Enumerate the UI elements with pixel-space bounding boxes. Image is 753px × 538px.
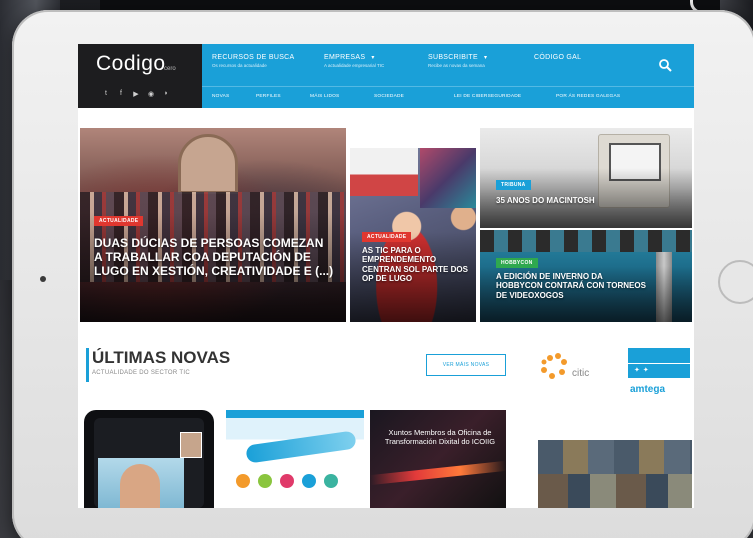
featured-article-3[interactable]: TRIBUNA 35 ANOS DO MACINTOSH [480, 128, 692, 228]
main-nav: RECURSOS DE BUSCA Os recursos da actuali… [202, 44, 694, 108]
section-subtitle: ACTUALIDADE DO SECTOR TIC [92, 370, 190, 376]
camera-icon [40, 276, 46, 282]
nav-sublabel: A actualidade empresarial TIC [324, 63, 385, 68]
nav-sublabel: Recibe as novas da semana [428, 63, 485, 68]
nav-item-codigo-gal[interactable]: CÓDIGO GAL [534, 54, 581, 61]
chevron-down-icon: ▾ [483, 55, 488, 61]
subnav-item[interactable]: PERFILES [256, 94, 281, 99]
news-card[interactable] [84, 410, 214, 508]
featured-article-2[interactable]: ACTUALIDADE AS TIC PARA O EMPRENDEMENTO … [350, 148, 476, 322]
article-image [178, 134, 238, 194]
category-badge[interactable]: HOBBYCON [496, 258, 538, 268]
nav-label: SUBSCRIBITE [428, 54, 478, 61]
rss-icon[interactable]: ◗ [162, 90, 170, 98]
news-card[interactable]: Xuntos Membros da Oficina de Transformac… [370, 410, 506, 508]
subnav-item[interactable]: MÁIS LIDOS [310, 94, 339, 99]
article-image [245, 430, 357, 464]
news-card[interactable] [226, 410, 364, 508]
news-card[interactable] [538, 440, 692, 508]
social-links: t f ▶ ◉ ◗ [102, 90, 170, 98]
section-accent-bar [86, 348, 89, 382]
card-title[interactable]: Xuntos Membros da Oficina de Transformac… [378, 428, 502, 447]
category-badge[interactable]: ACTUALIDADE [362, 232, 412, 242]
article-title[interactable]: 35 ANOS DO MACINTOSH [496, 196, 676, 205]
subnav-item[interactable]: LEI DE CIBERSEGURIDADE [454, 94, 521, 99]
citic-logo-text[interactable]: citic [572, 368, 589, 379]
instagram-icon[interactable]: ◉ [147, 90, 155, 98]
amtega-logo[interactable]: ✦✦ [628, 348, 690, 378]
nav-item-recursos[interactable]: RECURSOS DE BUSCA Os recursos da actuali… [212, 54, 295, 68]
nav-label: EMPRESAS [324, 54, 366, 61]
amtega-logo-text[interactable]: amtega [630, 384, 665, 395]
twitter-icon[interactable]: t [102, 90, 110, 98]
article-title[interactable]: DUAS DÚCIAS DE PERSOAS COMEZAN A TRABALL… [94, 236, 334, 278]
chevron-down-icon: ▾ [371, 55, 375, 61]
subnav-item[interactable]: POR ÁS REDES GALEGAS [556, 94, 620, 99]
sub-nav: NOVAS PERFILES MÁIS LIDOS SOCIEDADE LEI … [202, 86, 694, 108]
search-icon[interactable] [658, 58, 672, 72]
article-title[interactable]: AS TIC PARA O EMPRENDEMENTO CENTRAN SOL … [362, 246, 470, 284]
featured-article-4[interactable]: HOBBYCON A EDICIÓN DE INVERNO DA HOBBYCO… [480, 230, 692, 322]
youtube-icon[interactable]: ▶ [132, 90, 140, 98]
article-image [350, 148, 418, 196]
site-header: Codigo cero t f ▶ ◉ ◗ RECURSOS DE BUSCA … [78, 44, 694, 108]
featured-article-main[interactable]: ACTUALIDADE DUAS DÚCIAS DE PERSOAS COMEZ… [80, 128, 346, 322]
article-image [370, 460, 506, 486]
category-badge[interactable]: ACTUALIDADE [94, 216, 144, 226]
article-title[interactable]: A EDICIÓN DE INVERNO DA HOBBYCON CONTARÁ… [496, 272, 646, 300]
logo-block[interactable]: Codigo cero t f ▶ ◉ ◗ [78, 44, 202, 108]
nav-item-empresas[interactable]: EMPRESAS ▾ A actualidade empresarial TIC [324, 54, 384, 68]
category-badge[interactable]: TRIBUNA [496, 180, 531, 190]
article-image [480, 230, 692, 252]
nav-label: CÓDIGO GAL [534, 54, 582, 61]
nav-item-subscribite[interactable]: SUBSCRIBITE ▾ Recibe as novas da semana [428, 54, 487, 68]
facebook-icon[interactable]: f [117, 90, 125, 98]
subnav-item[interactable]: SOCIEDADE [374, 94, 404, 99]
site-logo-suffix: cero [164, 66, 176, 72]
site-logo[interactable]: Codigo [96, 52, 166, 76]
article-image [420, 148, 476, 208]
see-more-button[interactable]: VER MÁIS NOVAS [426, 354, 506, 376]
nav-sublabel: Os recursos da actualidade [212, 63, 267, 68]
tablet-screen: Codigo cero t f ▶ ◉ ◗ RECURSOS DE BUSCA … [78, 44, 694, 508]
article-image [538, 474, 692, 508]
home-button[interactable] [718, 260, 753, 304]
subnav-item[interactable]: NOVAS [212, 94, 229, 99]
nav-label: RECURSOS DE BUSCA [212, 54, 295, 61]
section-title: ÚLTIMAS NOVAS [92, 348, 231, 367]
star-icon: ✦✦ [634, 367, 652, 374]
